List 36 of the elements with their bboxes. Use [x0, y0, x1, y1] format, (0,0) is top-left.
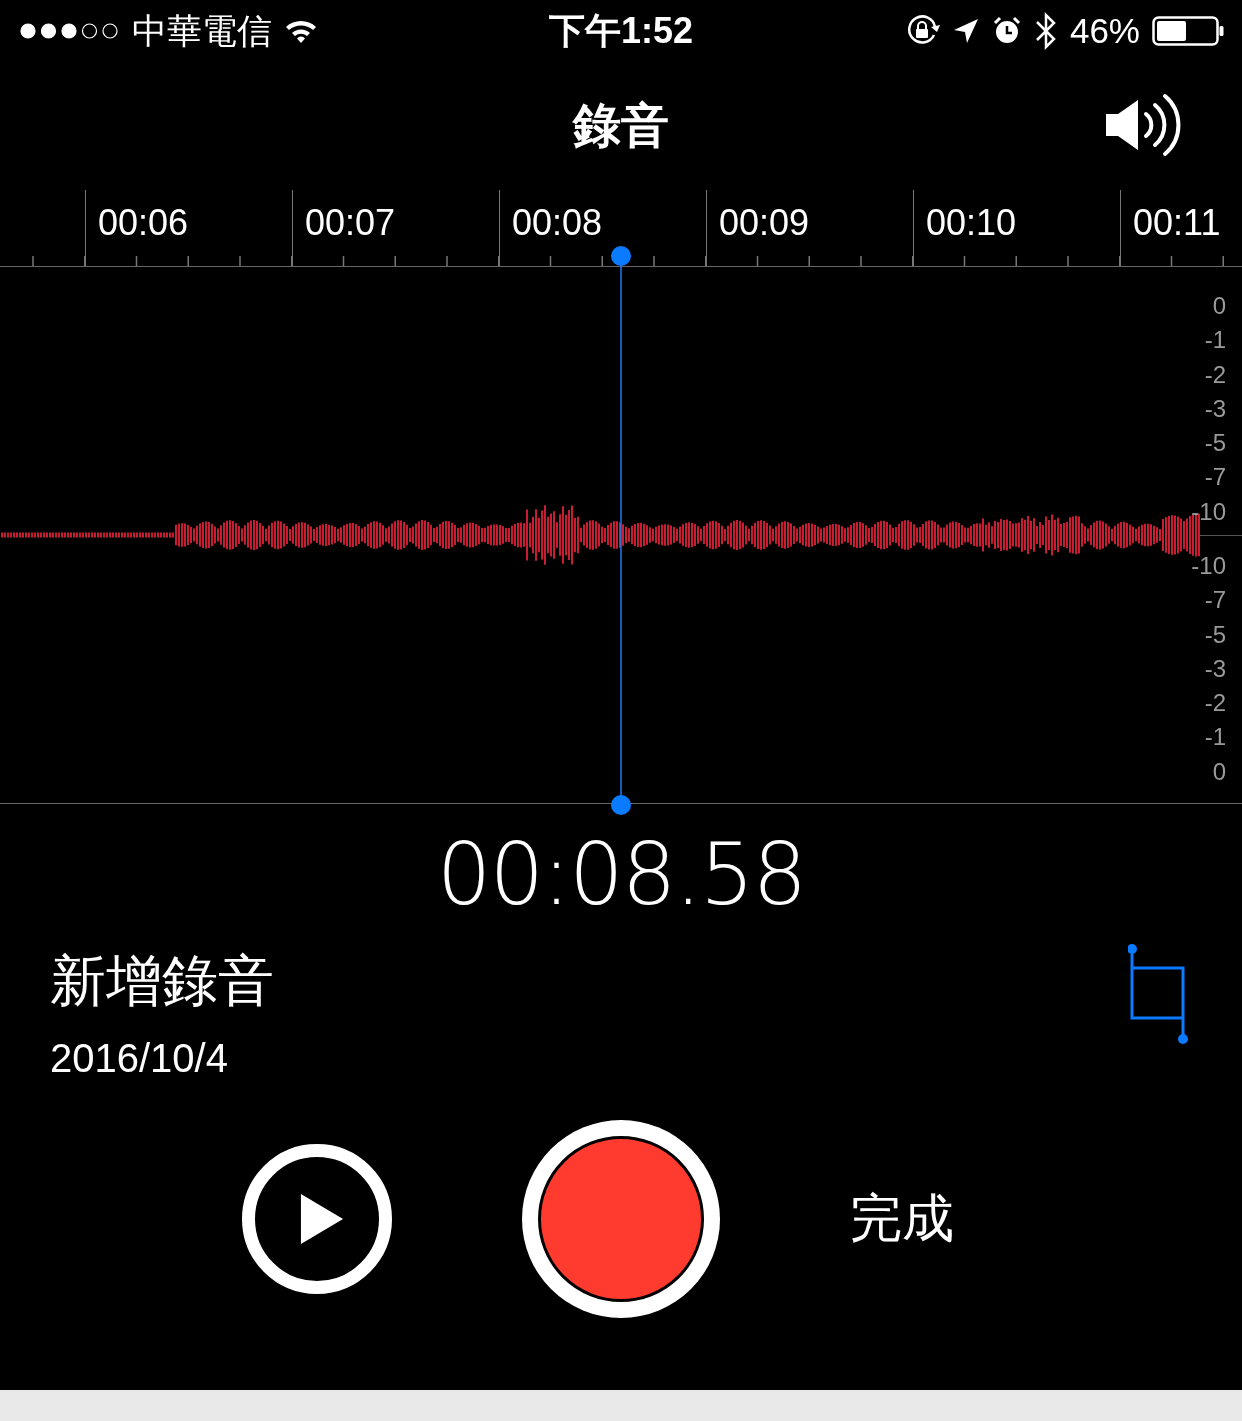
level-label: -5 [1204, 428, 1226, 459]
play-icon [299, 1192, 345, 1246]
time-label: 00:07 [305, 202, 396, 243]
time-label: 00:09 [719, 202, 810, 243]
battery-percent: 46% [1069, 11, 1140, 51]
level-label: -5 [1204, 619, 1226, 650]
elapsed-time: 00:08.58 [436, 824, 806, 924]
status-time: 下午1:52 [548, 8, 694, 53]
time-label: 00:11 [1133, 202, 1221, 243]
level-label: -10 [1191, 496, 1226, 527]
done-button[interactable]: 完成 [850, 1184, 954, 1254]
recording-name: 新增錄音 [50, 948, 274, 1014]
time-label: 00:06 [98, 202, 189, 243]
battery-icon [1152, 16, 1224, 46]
time-label: 00:08 [512, 202, 603, 243]
level-label: -3 [1204, 393, 1226, 424]
rotation-lock-icon [905, 15, 940, 47]
carrier-name: 中華電信 [132, 9, 272, 52]
level-label: 0 [1212, 291, 1226, 321]
screen-title: 錄音 [573, 98, 669, 154]
level-label: -7 [1204, 585, 1226, 616]
level-label: -7 [1204, 462, 1226, 493]
wifi-icon [284, 18, 318, 44]
level-label: -1 [1204, 722, 1226, 753]
playhead[interactable] [609, 245, 633, 817]
level-label: 0 [1212, 756, 1226, 787]
signal-icon [20, 23, 120, 39]
level-label: -2 [1204, 688, 1226, 719]
alarm-clock-icon [991, 16, 1022, 46]
bluetooth-icon [1033, 11, 1058, 51]
recording-date: 2016/10/4 [50, 1036, 229, 1081]
level-label: -1 [1204, 325, 1226, 356]
level-label: -3 [1204, 653, 1226, 684]
level-label: -10 [1191, 550, 1226, 581]
time-label: 00:10 [926, 202, 1017, 243]
level-label: -2 [1204, 359, 1226, 390]
